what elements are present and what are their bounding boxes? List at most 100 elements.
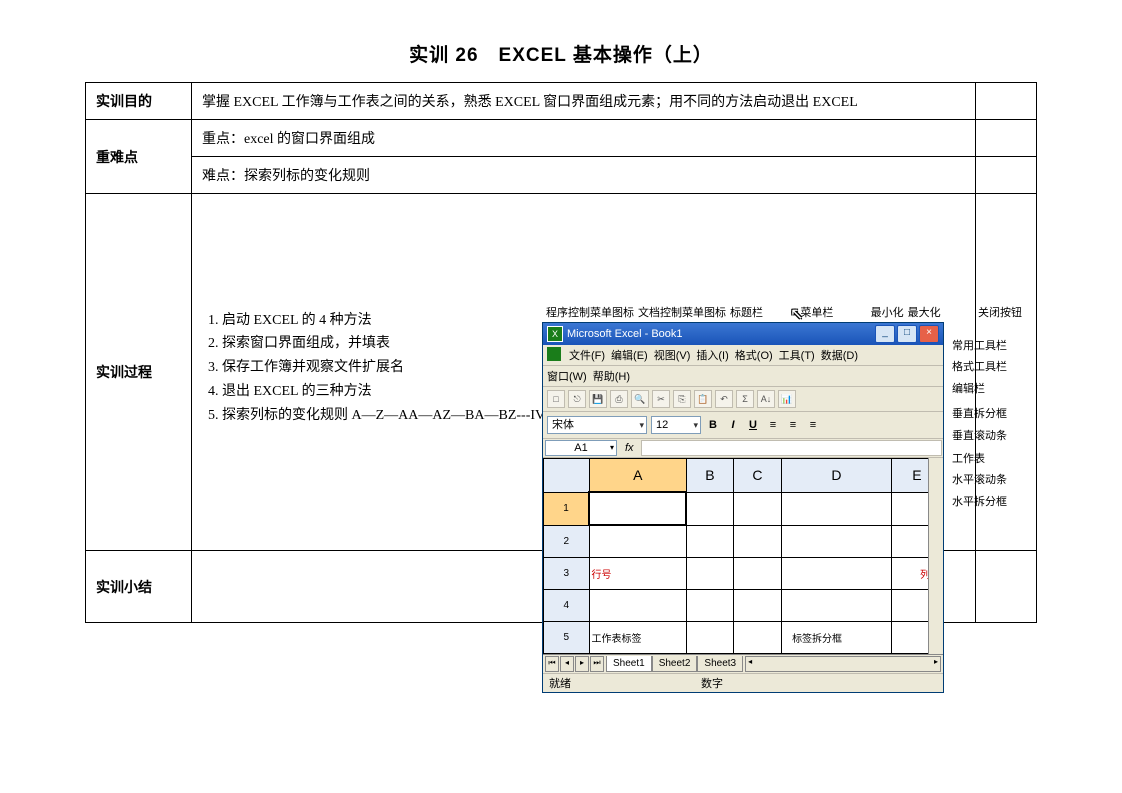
print-button[interactable]: ⎙	[610, 390, 628, 408]
tab-prev[interactable]: ◂	[560, 656, 574, 672]
formula-bar[interactable]	[641, 440, 942, 456]
align-right-button[interactable]: ≡	[805, 417, 821, 433]
chart-button[interactable]: 📊	[778, 390, 796, 408]
difficulty-key-check	[976, 120, 1037, 157]
callout-menubar: 菜单栏	[800, 304, 833, 320]
horizontal-scrollbar[interactable]	[745, 656, 941, 672]
callout-std-toolbar: 常用工具栏	[952, 339, 1007, 354]
window-title: Microsoft Excel - Book1	[567, 328, 875, 340]
difficulty-hard: 难点：探索列标的变化规则	[192, 157, 976, 194]
callout-fmt-toolbar: 格式工具栏	[952, 360, 1007, 375]
sum-button[interactable]: Σ	[736, 390, 754, 408]
callout-worksheet: 工作表	[952, 452, 1007, 467]
split-annot[interactable]: 标签拆分框	[782, 622, 892, 654]
preview-button[interactable]: 🔍	[631, 390, 649, 408]
align-left-button[interactable]: ≡	[765, 417, 781, 433]
menu-edit[interactable]: 编辑(E)	[611, 347, 648, 363]
standard-toolbar: □ ⎋ 💾 ⎙ 🔍 ✂ ⎘ 📋 ↶ Σ A↓ 📊	[543, 387, 943, 412]
menu-tools[interactable]: 工具(T)	[779, 347, 815, 363]
formula-bar-row: A1 fx	[543, 439, 943, 458]
cell-a1[interactable]	[589, 492, 686, 525]
menu-insert[interactable]: 插入(I)	[696, 347, 728, 363]
row-4[interactable]: 4	[544, 590, 590, 622]
difficulty-key: 重点：excel 的窗口界面组成	[192, 120, 976, 157]
vertical-scrollbar[interactable]	[928, 458, 943, 654]
name-box[interactable]: A1	[545, 440, 617, 456]
worksheet-grid: A B C D E 1 2 3行号列号 4 5工作表标签标签拆分框	[543, 458, 943, 654]
side-callouts: 常用工具栏 格式工具栏 编辑栏 垂直拆分框 垂直滚动条 工作表 水平滚动条 水平…	[952, 339, 1007, 516]
tab-annot[interactable]: 工作表标签	[589, 622, 686, 654]
purpose-check	[976, 83, 1037, 120]
copy-button[interactable]: ⎘	[673, 390, 691, 408]
undo-button[interactable]: ↶	[715, 390, 733, 408]
callout-vscroll: 垂直滚动条	[952, 429, 1007, 444]
menu-file[interactable]: 文件(F)	[569, 347, 605, 363]
excel-icon[interactable]: X	[547, 326, 563, 342]
page-title: 实训 26 EXCEL 基本操作（上）	[85, 40, 1037, 67]
row-2[interactable]: 2	[544, 525, 590, 558]
excel-window: X Microsoft Excel - Book1 ↖ _ □ × 文件(F) …	[542, 322, 944, 693]
fx-label[interactable]: fx	[619, 439, 640, 457]
align-center-button[interactable]: ≡	[785, 417, 801, 433]
purpose-label: 实训目的	[86, 83, 192, 120]
font-combo[interactable]: 宋体	[547, 416, 647, 434]
callout-titlebar: 标题栏	[730, 304, 763, 320]
status-bar: 就绪 数字	[543, 673, 943, 692]
callout-doc-icon: 文档控制菜单图标	[638, 304, 726, 320]
col-d[interactable]: D	[782, 459, 892, 493]
menubar-2: 窗口(W) 帮助(H)	[543, 366, 943, 387]
training-table: 实训目的 掌握 EXCEL 工作簿与工作表之间的关系，熟悉 EXCEL 窗口界面…	[85, 82, 1037, 623]
callout-formula-bar: 编辑栏	[952, 382, 1007, 397]
col-a[interactable]: A	[589, 459, 686, 493]
sheet1-tab[interactable]: Sheet1	[606, 656, 652, 672]
sort-button[interactable]: A↓	[757, 390, 775, 408]
tab-next[interactable]: ▸	[575, 656, 589, 672]
top-callouts: 程序控制菜单图标 文档控制菜单图标 标题栏 菜单栏 最小化 最大化 关闭按钮	[542, 304, 1022, 320]
process-label: 实训过程	[86, 194, 192, 551]
sheet3-tab[interactable]: Sheet3	[697, 656, 743, 672]
sheet-tab-row: ⏮ ◂ ▸ ⏭ Sheet1 Sheet2 Sheet3	[543, 654, 943, 673]
open-button[interactable]: ⎋	[568, 390, 586, 408]
menu-help[interactable]: 帮助(H)	[593, 368, 630, 384]
excel-screenshot: 程序控制菜单图标 文档控制菜单图标 标题栏 菜单栏 最小化 最大化 关闭按钮 常…	[542, 304, 1022, 693]
callout-close: 关闭按钮	[978, 304, 1022, 320]
italic-button[interactable]: I	[725, 417, 741, 433]
callout-max: 最大化	[908, 304, 941, 320]
tab-first[interactable]: ⏮	[545, 656, 559, 672]
maximize-button[interactable]: □	[897, 325, 917, 343]
menu-data[interactable]: 数据(D)	[821, 347, 858, 363]
titlebar[interactable]: X Microsoft Excel - Book1 ↖ _ □ ×	[543, 323, 943, 345]
underline-button[interactable]: U	[745, 417, 761, 433]
close-button[interactable]: ×	[919, 325, 939, 343]
difficulty-label: 重难点	[86, 120, 192, 194]
callout-prog-icon: 程序控制菜单图标	[546, 304, 634, 320]
row-3[interactable]: 3	[544, 558, 590, 590]
doc-icon[interactable]	[547, 347, 561, 361]
new-button[interactable]: □	[547, 390, 565, 408]
purpose-text: 掌握 EXCEL 工作簿与工作表之间的关系，熟悉 EXCEL 窗口界面组成元素；…	[192, 83, 976, 120]
paste-button[interactable]: 📋	[694, 390, 712, 408]
status-num: 数字	[701, 675, 723, 691]
format-toolbar: 宋体 12 B I U ≡ ≡ ≡	[543, 412, 943, 439]
tab-last[interactable]: ⏭	[590, 656, 604, 672]
row-1[interactable]: 1	[544, 492, 590, 525]
row-annot[interactable]: 行号	[589, 558, 686, 590]
col-c[interactable]: C	[733, 459, 781, 493]
callout-hsplit: 水平拆分框	[952, 495, 1007, 510]
size-combo[interactable]: 12	[651, 416, 701, 434]
menu-format[interactable]: 格式(O)	[735, 347, 773, 363]
menu-window[interactable]: 窗口(W)	[547, 368, 587, 384]
bold-button[interactable]: B	[705, 417, 721, 433]
difficulty-hard-check	[976, 157, 1037, 194]
row-5[interactable]: 5	[544, 622, 590, 654]
process-cell: 启动 EXCEL 的 4 种方法 探索窗口界面组成，并填表 保存工作簿并观察文件…	[192, 194, 976, 551]
save-button[interactable]: 💾	[589, 390, 607, 408]
menubar: 文件(F) 编辑(E) 视图(V) 插入(I) 格式(O) 工具(T) 数据(D…	[543, 345, 943, 366]
col-b[interactable]: B	[686, 459, 733, 493]
menu-view[interactable]: 视图(V)	[654, 347, 691, 363]
minimize-button[interactable]: _	[875, 325, 895, 343]
sheet2-tab[interactable]: Sheet2	[652, 656, 698, 672]
cut-button[interactable]: ✂	[652, 390, 670, 408]
summary-label: 实训小结	[86, 551, 192, 623]
select-all[interactable]	[544, 459, 590, 493]
